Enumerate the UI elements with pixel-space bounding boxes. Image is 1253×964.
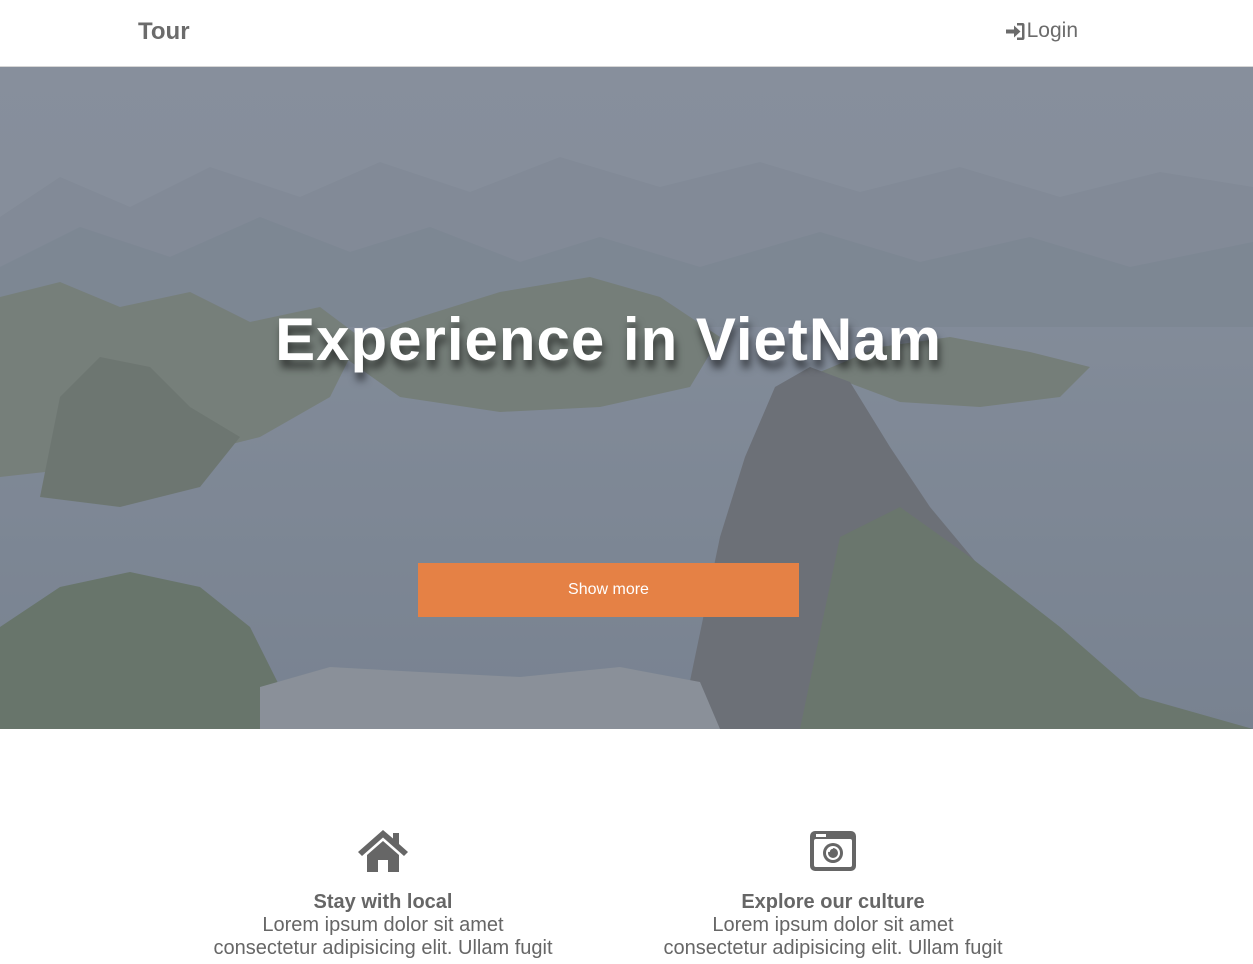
feature-description-line: consectetur adipisicing elit. Ullam fugi… xyxy=(213,937,553,959)
sign-in-icon xyxy=(1005,21,1026,42)
hero-banner: Experience in VietNam Show more xyxy=(0,67,1253,729)
feature-title: Explore our culture xyxy=(741,891,925,913)
brand-logo[interactable]: Tour xyxy=(138,18,190,46)
login-label: Login xyxy=(1026,19,1078,42)
hero-title: Experience in VietNam xyxy=(275,306,942,373)
home-icon xyxy=(357,828,409,874)
show-more-button[interactable]: Show more xyxy=(418,563,799,617)
feature-description-line: consectetur adipisicing elit. Ullam fugi… xyxy=(663,937,1003,959)
feature-stay-with-local: Stay with local Lorem ipsum dolor sit am… xyxy=(173,828,593,960)
hero-background-image xyxy=(0,67,1253,729)
navbar: Tour Login xyxy=(0,0,1253,67)
feature-description-line: Lorem ipsum dolor sit amet xyxy=(712,914,954,936)
feature-description-line: Lorem ipsum dolor sit amet xyxy=(262,914,504,936)
camera-icon xyxy=(807,828,859,874)
feature-explore-culture: Explore our culture Lorem ipsum dolor si… xyxy=(623,828,1043,960)
login-link[interactable]: Login xyxy=(1005,18,1078,44)
feature-title: Stay with local xyxy=(313,891,453,913)
